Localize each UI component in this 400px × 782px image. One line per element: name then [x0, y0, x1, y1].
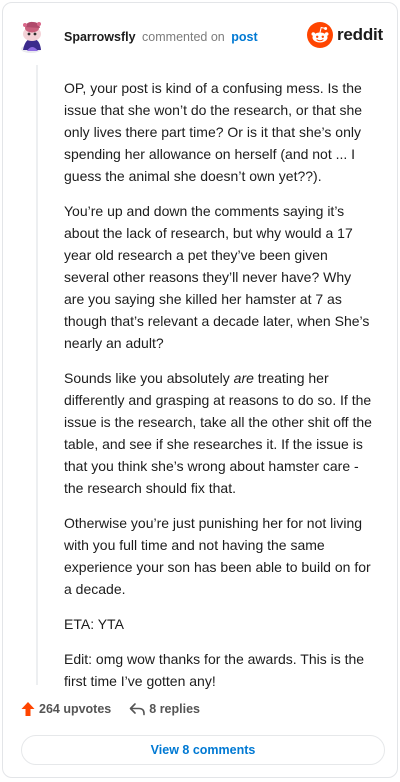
- comment-paragraph: ETA: YTA: [64, 616, 124, 632]
- avatar[interactable]: [17, 17, 55, 55]
- upvote-button[interactable]: 264 upvotes: [21, 701, 111, 717]
- comment-paragraph: Sounds like you absolutely are treating …: [64, 367, 374, 499]
- reply-arrow-icon: [129, 703, 146, 716]
- comment-header: Sparrowsfly commented on post reddit: [17, 17, 383, 57]
- emphasis-text: are: [233, 370, 254, 386]
- view-comments-button[interactable]: View 8 comments: [21, 735, 385, 765]
- comment-actions: 264 upvotes 8 replies: [21, 699, 200, 719]
- brand-text: reddit: [336, 25, 383, 44]
- reply-count: 8 replies: [149, 702, 200, 716]
- upvote-arrow-icon: [21, 702, 35, 716]
- paragraph-text: treating her differently and grasping at…: [64, 370, 372, 496]
- comment-paragraph: Edit: omg wow thanks for the awards. Thi…: [64, 651, 365, 689]
- reddit-logo-icon: [306, 22, 333, 48]
- username[interactable]: Sparrowsfly: [64, 30, 136, 44]
- upvote-count: 264 upvotes: [39, 702, 112, 716]
- reddit-brand: reddit: [306, 22, 383, 48]
- action-text: commented on: [142, 30, 225, 44]
- comment-paragraph: Otherwise you’re just punishing her for …: [64, 515, 371, 597]
- comment-meta: Sparrowsfly commented on post: [64, 29, 258, 45]
- comment-paragraph: OP, your post is kind of a confusing mes…: [64, 80, 363, 184]
- replies-button[interactable]: 8 replies: [129, 702, 200, 716]
- thread-line[interactable]: [36, 65, 38, 685]
- comment-paragraph: You’re up and down the comments saying i…: [64, 203, 370, 351]
- post-link[interactable]: post: [231, 30, 257, 44]
- comment-body: OP, your post is kind of a confusing mes…: [64, 77, 374, 705]
- snoo-avatar-icon: [21, 21, 41, 53]
- comment-card: Sparrowsfly commented on post reddit OP,…: [2, 2, 398, 778]
- paragraph-text: Sounds like you absolutely: [64, 370, 234, 386]
